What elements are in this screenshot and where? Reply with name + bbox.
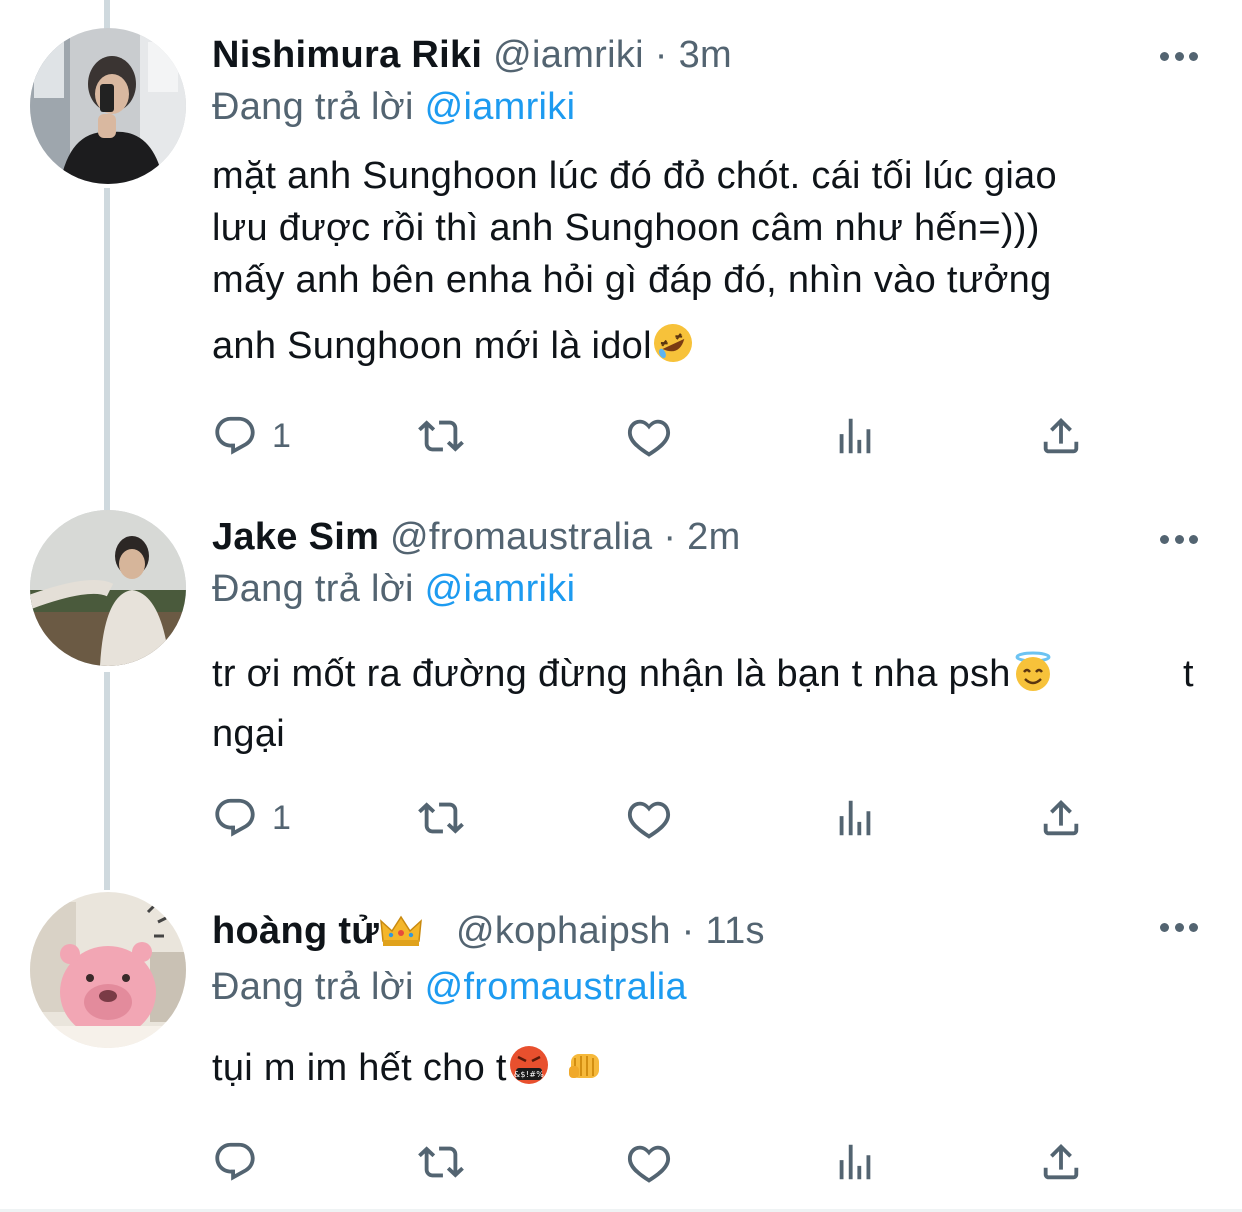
views-button[interactable] — [832, 1138, 878, 1186]
views-button[interactable] — [832, 412, 878, 460]
share-icon — [1043, 799, 1079, 836]
separator: · — [681, 910, 695, 952]
oncoming-fist-emoji-icon — [565, 1046, 605, 1100]
analytics-icon — [839, 418, 871, 454]
retweet-icon — [418, 420, 464, 452]
share-button[interactable] — [1038, 1138, 1084, 1186]
share-icon — [1043, 417, 1079, 454]
reply-button[interactable]: 1 — [212, 794, 291, 842]
timestamp[interactable]: 11s — [706, 910, 765, 952]
text-line: anh Sunghoon mới là idol — [212, 325, 652, 367]
reply-count: 1 — [272, 416, 291, 455]
reply-prefix: Đang trả lời — [212, 568, 414, 610]
reply-to-link[interactable]: @iamriki — [425, 86, 576, 128]
timestamp[interactable]: 2m — [687, 516, 740, 558]
reply-prefix: Đang trả lời — [212, 86, 414, 128]
tweet[interactable]: hoàng tử @kophaipsh · 11s Đang trả lời @… — [0, 880, 1242, 1210]
tweet-actions: 1 — [212, 794, 1092, 842]
heart-icon — [627, 1145, 671, 1183]
reply-count: 1 — [272, 798, 291, 837]
text-line: lưu được rồi thì anh Sunghoon câm như hế… — [212, 207, 1040, 249]
analytics-icon — [839, 1144, 871, 1180]
rofl-emoji-icon — [652, 322, 694, 378]
timestamp[interactable]: 3m — [679, 34, 732, 76]
user-handle[interactable]: @fromaustralia — [390, 516, 652, 558]
reply-icon — [215, 416, 255, 455]
retweet-button[interactable] — [418, 794, 464, 842]
text-line: mấy anh bên enha hỏi gì đáp đó, nhìn vào… — [212, 259, 1052, 301]
cursing-face-emoji-icon: &$!#% — [507, 1044, 551, 1100]
display-name[interactable]: hoàng tử — [212, 910, 379, 952]
tweet-text: tr ơi mốt ra đường đừng nhận là bạn t nh… — [212, 648, 1212, 760]
user-handle[interactable]: @kophaipsh — [456, 910, 671, 952]
halo-smile-emoji-icon — [1011, 650, 1055, 706]
avatar[interactable] — [30, 510, 186, 666]
reply-icon — [215, 798, 255, 837]
views-button[interactable] — [832, 794, 878, 842]
tweet-actions — [212, 1138, 1092, 1186]
tweet[interactable]: Jake Sim @fromaustralia · 2m Đang trả lờ… — [0, 500, 1242, 880]
like-button[interactable] — [626, 412, 672, 460]
reply-button[interactable] — [212, 1138, 272, 1186]
user-handle[interactable]: @iamriki — [493, 34, 644, 76]
share-button[interactable] — [1038, 794, 1084, 842]
reply-to-link[interactable]: @fromaustralia — [425, 966, 687, 1008]
reply-icon — [215, 1142, 255, 1181]
more-icon[interactable] — [1160, 533, 1198, 545]
analytics-icon — [839, 800, 871, 836]
crown-emoji-icon — [379, 913, 423, 959]
text-line: tụi m im hết cho t — [212, 1047, 507, 1089]
retweet-icon — [418, 802, 464, 834]
tweet[interactable]: Nishimura Riki @iamriki · 3m Đang trả lờ… — [0, 0, 1242, 500]
heart-icon — [627, 801, 671, 839]
heart-icon — [627, 419, 671, 457]
separator: · — [663, 516, 677, 558]
retweet-icon — [418, 1146, 464, 1178]
reply-to-link[interactable]: @iamriki — [425, 568, 576, 610]
more-icon[interactable] — [1160, 50, 1198, 62]
text-line: t — [1183, 653, 1194, 695]
separator: · — [654, 34, 668, 76]
avatar[interactable] — [30, 892, 186, 1048]
tweet-text: mặt anh Sunghoon lúc đó đỏ chót. cái tối… — [212, 150, 1212, 378]
avatar[interactable] — [30, 28, 186, 184]
text-line: tr ơi mốt ra đường đừng nhận là bạn t nh… — [212, 653, 1011, 695]
retweet-button[interactable] — [418, 1138, 464, 1186]
reply-button[interactable]: 1 — [212, 412, 291, 460]
retweet-button[interactable] — [418, 412, 464, 460]
like-button[interactable] — [626, 1138, 672, 1186]
reply-prefix: Đang trả lời — [212, 966, 414, 1008]
text-line: ngại — [212, 713, 286, 755]
display-name[interactable]: Jake Sim — [212, 516, 379, 558]
share-icon — [1043, 1143, 1079, 1180]
tweet-actions: 1 — [212, 412, 1092, 460]
more-icon[interactable] — [1160, 921, 1198, 933]
svg-text:&$!#%: &$!#% — [514, 1070, 544, 1079]
text-line: mặt anh Sunghoon lúc đó đỏ chót. cái tối… — [212, 155, 1057, 197]
like-button[interactable] — [626, 794, 672, 842]
tweet-text: tụi m im hết cho t &$!#% — [212, 1042, 1212, 1100]
display-name[interactable]: Nishimura Riki — [212, 34, 482, 76]
share-button[interactable] — [1038, 412, 1084, 460]
